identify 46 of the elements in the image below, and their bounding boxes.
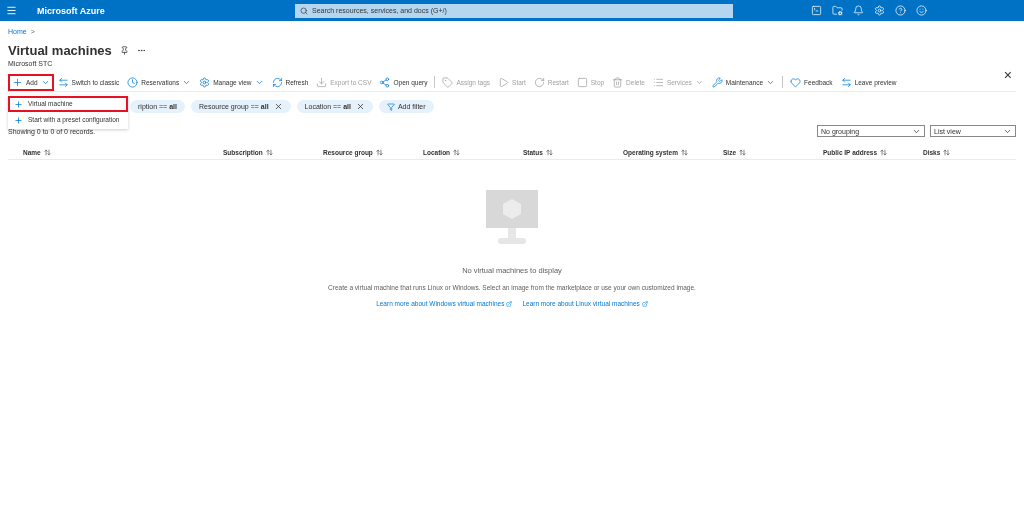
sort-icon	[943, 148, 951, 156]
plus-icon	[14, 99, 23, 109]
refresh-icon	[271, 76, 283, 88]
folder-settings-icon	[832, 5, 843, 16]
smiley-icon	[916, 5, 927, 16]
swap-arrows-icon	[57, 76, 69, 88]
external-link-icon	[641, 300, 648, 307]
clock-icon	[127, 76, 139, 88]
monitor-drawing	[484, 190, 540, 246]
wrench-icon	[711, 76, 723, 88]
sort-icon	[680, 148, 688, 156]
sort-icon	[453, 148, 461, 156]
sort-icon	[880, 148, 888, 156]
terminal-icon	[811, 5, 822, 16]
list-icon	[652, 76, 664, 88]
pin-icon[interactable]	[119, 46, 129, 55]
plus-icon	[12, 76, 23, 88]
heart-icon	[790, 76, 802, 88]
sort-icon	[739, 148, 746, 156]
help-icon	[895, 5, 906, 16]
filter-icon	[386, 102, 395, 111]
close-icon[interactable]	[273, 102, 283, 111]
brand-name: Microsoft Azure	[37, 5, 106, 16]
settings-icon	[874, 5, 885, 16]
restart-icon	[533, 76, 545, 88]
search-icon	[300, 6, 308, 15]
sort-icon	[265, 148, 273, 156]
settings-icon	[199, 76, 211, 88]
external-link-icon	[506, 300, 513, 307]
nodes-icon	[379, 76, 391, 88]
page-title: Virtual machines	[8, 43, 112, 58]
square-icon	[576, 76, 588, 88]
bell-icon	[853, 5, 864, 16]
sort-icon	[545, 148, 553, 156]
menu-icon[interactable]	[6, 5, 17, 16]
more-icon[interactable]	[136, 46, 146, 55]
sort-icon	[375, 148, 383, 156]
sort-icon	[43, 148, 51, 156]
trash-icon	[612, 76, 624, 88]
tag-icon	[442, 76, 454, 88]
close-icon[interactable]	[355, 102, 365, 111]
close-button[interactable]: ×	[1003, 68, 1012, 82]
swap-arrows-icon	[840, 76, 852, 88]
plus-icon	[14, 115, 23, 125]
play-icon	[498, 76, 510, 88]
download-icon	[316, 76, 328, 88]
